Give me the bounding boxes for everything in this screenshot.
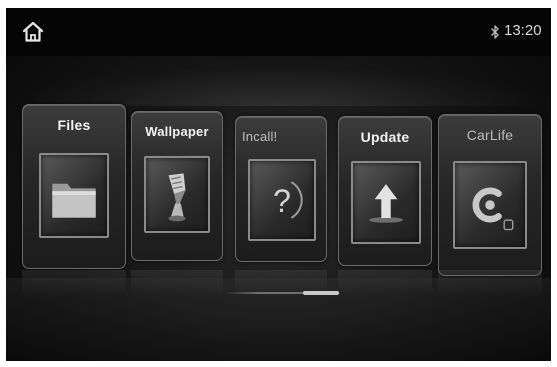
up-arrow-icon [369,184,403,223]
app-tile [351,161,421,244]
svg-text:?: ? [273,183,291,219]
card-reflection [338,270,432,296]
app-card-carlife[interactable]: CarLife [438,114,542,276]
home-icon [22,21,44,42]
app-tile: ? [248,159,316,241]
head-unit-screen: 13:20 Files Wallpaper Incall! ? Update C… [6,8,551,361]
app-label: CarLife [466,127,514,143]
bluetooth-icon [491,25,499,39]
app-label: Incall! [242,129,278,144]
card-reflection [22,270,126,296]
carlife-icon [472,187,514,231]
app-tile [144,156,210,233]
horizon-glow [6,66,551,106]
home-button[interactable] [21,20,45,44]
app-card-incall[interactable]: Incall! ? [235,116,327,262]
question-mark-icon: ? [273,181,303,219]
app-card-files[interactable]: Files [22,104,126,269]
app-card-update[interactable]: Update [338,116,432,266]
carousel-scroll-thumb[interactable] [303,291,339,295]
status-bar: 13:20 [6,8,551,56]
app-tile [39,153,109,238]
clock: 13:20 [504,22,542,39]
paint-brush-icon [168,173,186,222]
card-reflection [438,270,542,296]
app-label: Wallpaper [145,124,209,139]
folder-icon [52,183,96,218]
app-label: Update [360,129,410,145]
card-reflection [131,270,223,296]
app-tile [453,161,527,249]
app-label: Files [57,117,91,133]
app-card-wallpaper[interactable]: Wallpaper [131,111,223,261]
